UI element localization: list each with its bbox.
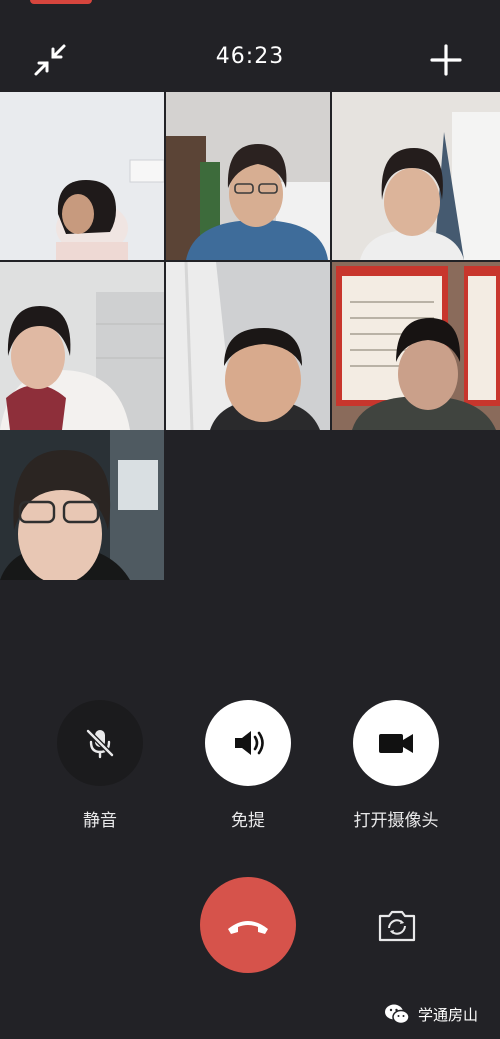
phone-hangup-icon — [228, 921, 268, 934]
participant-video-tile[interactable] — [0, 92, 164, 260]
brand-watermark: 学通房山 — [384, 1000, 478, 1028]
add-participant-button[interactable] — [426, 40, 466, 80]
camera-flip-icon — [378, 910, 416, 942]
switch-camera-button[interactable] — [376, 906, 418, 946]
speaker-icon — [235, 731, 264, 755]
speaker-control: 免提 — [188, 700, 308, 831]
participant-video-tile[interactable] — [166, 262, 330, 430]
participant-video-tile[interactable] — [0, 262, 164, 430]
mute-button[interactable] — [57, 700, 143, 786]
speaker-button[interactable] — [205, 700, 291, 786]
mute-label: 静音 — [83, 811, 117, 831]
participant-video-tile[interactable] — [332, 92, 500, 260]
participant-video-tile[interactable] — [332, 262, 500, 430]
plus-icon — [430, 44, 462, 76]
video-camera-icon — [379, 734, 413, 753]
mute-control: 静音 — [40, 700, 160, 831]
call-controls: 静音 免提 打开摄像头 — [0, 700, 500, 850]
wechat-icon — [385, 1004, 410, 1025]
call-header: 46:23 — [0, 0, 500, 92]
participant-video-tile[interactable] — [166, 92, 330, 260]
brand-text: 学通房山 — [418, 1005, 479, 1024]
participant-video-tile[interactable] — [0, 430, 164, 580]
speaker-label: 免提 — [231, 811, 265, 831]
camera-control: 打开摄像头 — [336, 700, 456, 831]
call-timer: 46:23 — [215, 44, 285, 69]
camera-label: 打开摄像头 — [353, 811, 439, 831]
mic-off-icon — [85, 728, 115, 759]
hang-up-button[interactable] — [200, 877, 296, 973]
camera-button[interactable] — [353, 700, 439, 786]
